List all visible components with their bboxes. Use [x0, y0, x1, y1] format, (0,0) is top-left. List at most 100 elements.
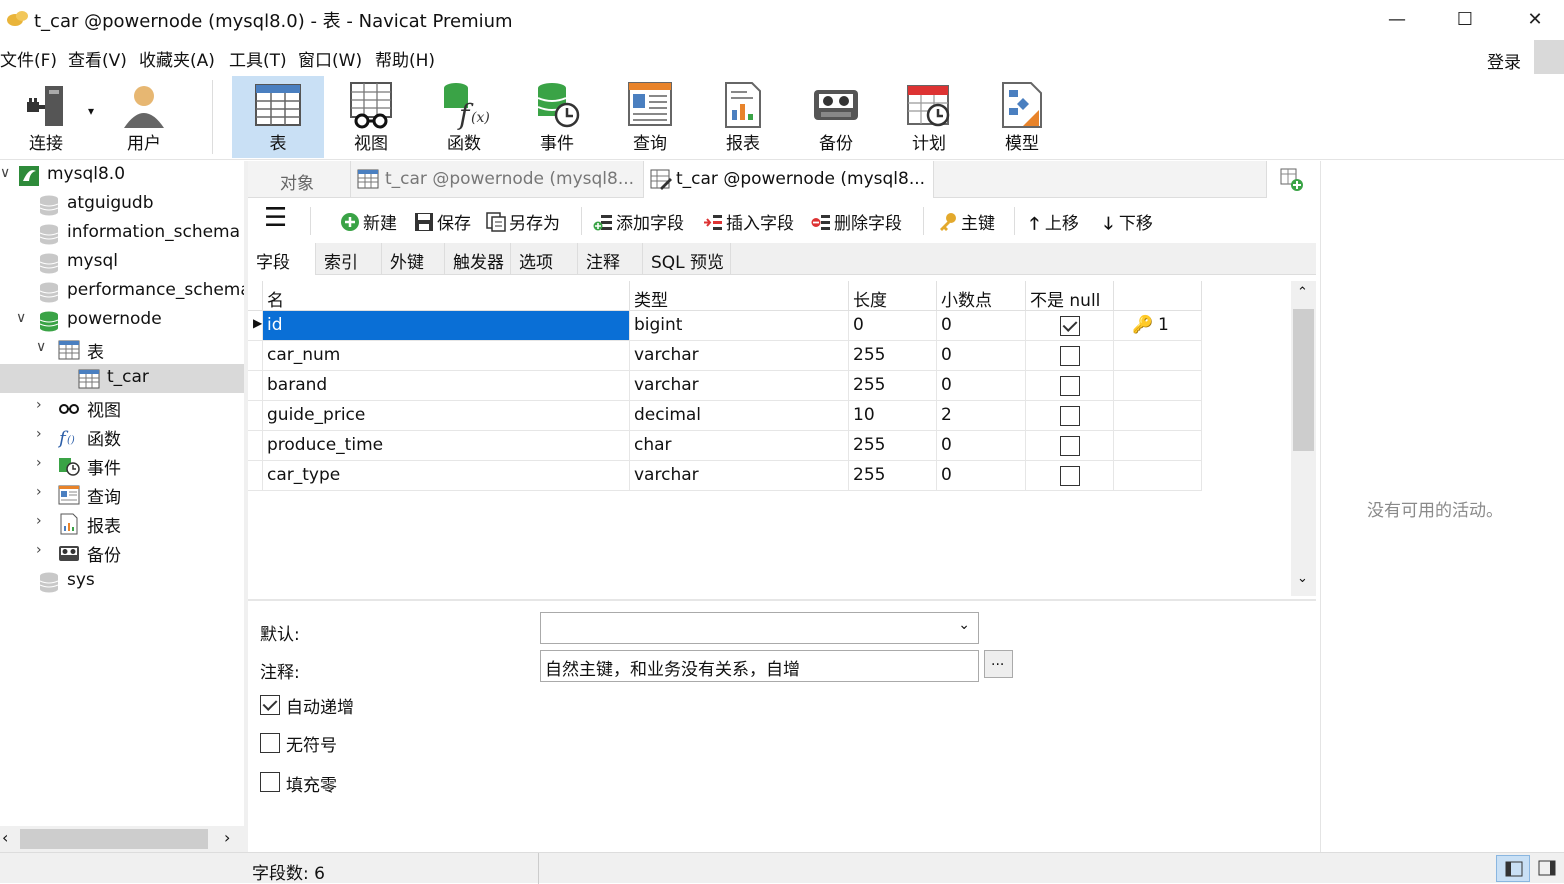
cell-type[interactable]: char — [630, 431, 849, 461]
event-button[interactable]: 事件 — [511, 76, 603, 158]
cell-length[interactable]: 255 — [849, 431, 937, 461]
cell-length[interactable]: 255 — [849, 371, 937, 401]
menu-view[interactable]: 查看(V) — [68, 46, 127, 71]
save-button[interactable]: 保存 — [414, 209, 471, 234]
menu-help[interactable]: 帮助(H) — [375, 46, 435, 71]
user-button[interactable]: 用户 — [98, 76, 190, 158]
tree-functions-folder[interactable]: › f() 函数 — [0, 422, 244, 451]
tree-database[interactable]: sys — [0, 567, 244, 596]
subtab-comment[interactable]: 注释 — [578, 243, 643, 275]
chevron-right-icon[interactable]: › — [36, 397, 42, 413]
tree-backups-folder[interactable]: › 备份 — [0, 538, 244, 567]
grid-vertical-scrollbar[interactable]: ⌃ ⌄ — [1291, 281, 1316, 596]
hamburger-menu-icon[interactable]: ☰ — [264, 203, 287, 233]
tab-table-data[interactable]: t_car @powernode (mysql8... — [351, 161, 644, 198]
column-header-key[interactable] — [1114, 281, 1202, 311]
minimize-button[interactable]: — — [1362, 0, 1432, 38]
cell-type[interactable]: decimal — [630, 401, 849, 431]
default-select[interactable]: ⌄ — [540, 612, 979, 644]
cell-key[interactable] — [1114, 371, 1202, 401]
tree-database-powernode[interactable]: ∨ powernode — [0, 306, 244, 335]
zerofill-checkbox[interactable] — [260, 772, 280, 792]
cell-length[interactable]: 255 — [849, 461, 937, 491]
tree-database[interactable]: performance_schema — [0, 277, 244, 306]
view-button[interactable]: 视图 — [325, 76, 417, 158]
row-indicator[interactable] — [248, 371, 263, 401]
chevron-right-icon[interactable]: › — [36, 426, 42, 442]
close-button[interactable]: ✕ — [1500, 0, 1564, 38]
not-null-checkbox[interactable] — [1060, 436, 1080, 456]
subtab-options[interactable]: 选项 — [511, 243, 578, 275]
cell-decimals[interactable]: 2 — [937, 401, 1026, 431]
cell-name[interactable]: guide_price — [263, 401, 630, 431]
layout-toggle-button[interactable] — [1496, 855, 1530, 882]
cell-name[interactable]: car_num — [263, 341, 630, 371]
cell-name[interactable]: produce_time — [263, 431, 630, 461]
tree-table-t-car[interactable]: t_car — [0, 364, 244, 393]
tree-tables-folder[interactable]: ∨ 表 — [0, 335, 244, 364]
function-button[interactable]: f (x) 函数 — [418, 76, 510, 158]
cell-key[interactable] — [1114, 401, 1202, 431]
chevron-down-icon[interactable]: ∨ — [36, 339, 46, 355]
not-null-checkbox[interactable] — [1060, 466, 1080, 486]
chevron-right-icon[interactable]: › — [36, 484, 42, 500]
cell-name[interactable]: car_type — [263, 461, 630, 491]
cell-decimals[interactable]: 0 — [937, 461, 1026, 491]
table-button[interactable]: 表 — [232, 76, 324, 158]
cell-length[interactable]: 0 — [849, 311, 937, 341]
avatar[interactable] — [1534, 40, 1564, 76]
primary-key-button[interactable]: 主键 — [938, 209, 995, 234]
cell-name[interactable]: barand — [263, 371, 630, 401]
menu-favorites[interactable]: 收藏夹(A) — [139, 46, 215, 71]
cell-key[interactable] — [1114, 461, 1202, 491]
cell-key[interactable] — [1114, 341, 1202, 371]
subtab-indexes[interactable]: 索引 — [316, 243, 382, 275]
new-button[interactable]: 新建 — [340, 209, 397, 234]
login-link[interactable]: 登录 — [1487, 48, 1521, 73]
column-header-not-null[interactable]: 不是 null — [1026, 281, 1114, 311]
move-up-button[interactable]: 🡑 上移 — [1030, 209, 1079, 240]
comment-expand-button[interactable]: ... — [984, 650, 1013, 678]
column-header-name[interactable]: 名 — [263, 281, 630, 311]
move-down-button[interactable]: 🡓 下移 — [1104, 209, 1153, 240]
cell-name[interactable]: id — [263, 311, 630, 341]
unsigned-checkbox[interactable] — [260, 733, 280, 753]
menu-tools[interactable]: 工具(T) — [229, 46, 287, 71]
not-null-checkbox[interactable] — [1060, 376, 1080, 396]
subtab-sql-preview[interactable]: SQL 预览 — [643, 243, 731, 275]
chevron-down-icon[interactable]: ∨ — [0, 165, 10, 181]
chevron-right-icon[interactable]: › — [36, 455, 42, 471]
new-tab-button[interactable] — [1266, 161, 1316, 198]
row-indicator[interactable]: ▶ — [248, 311, 263, 341]
save-as-button[interactable]: 另存为 — [486, 209, 560, 234]
column-header-length[interactable]: 长度 — [849, 281, 937, 311]
layout-toggle-button[interactable] — [1532, 855, 1562, 882]
scroll-left-icon[interactable]: ‹ — [2, 828, 8, 847]
column-header-type[interactable]: 类型 — [630, 281, 849, 311]
scrollbar-thumb[interactable] — [20, 829, 208, 849]
cell-type[interactable]: varchar — [630, 341, 849, 371]
tree-database[interactable]: mysql — [0, 248, 244, 277]
maximize-button[interactable]: ☐ — [1430, 0, 1500, 38]
cell-length[interactable]: 10 — [849, 401, 937, 431]
add-field-button[interactable]: 添加字段 — [593, 209, 684, 234]
cell-type[interactable]: varchar — [630, 461, 849, 491]
subtab-triggers[interactable]: 触发器 — [445, 243, 511, 275]
cell-decimals[interactable]: 0 — [937, 341, 1026, 371]
scroll-right-icon[interactable]: › — [224, 828, 230, 847]
tree-database[interactable]: atguigudb — [0, 190, 244, 219]
cell-key[interactable] — [1114, 431, 1202, 461]
insert-field-button[interactable]: 插入字段 — [703, 209, 794, 234]
connect-button[interactable]: 连接 — [0, 76, 92, 158]
tree-queries-folder[interactable]: › 查询 — [0, 480, 244, 509]
backup-button[interactable]: 备份 — [790, 76, 882, 158]
model-button[interactable]: 模型 — [976, 76, 1068, 158]
cell-type[interactable]: varchar — [630, 371, 849, 401]
row-indicator[interactable] — [248, 461, 263, 491]
menu-window[interactable]: 窗口(W) — [298, 46, 362, 71]
scroll-down-icon[interactable]: ⌄ — [1297, 571, 1308, 586]
cell-decimals[interactable]: 0 — [937, 311, 1026, 341]
tab-objects[interactable]: 对象 — [248, 161, 351, 198]
tree-horizontal-scrollbar[interactable]: ‹ › — [0, 826, 244, 852]
cell-length[interactable]: 255 — [849, 341, 937, 371]
